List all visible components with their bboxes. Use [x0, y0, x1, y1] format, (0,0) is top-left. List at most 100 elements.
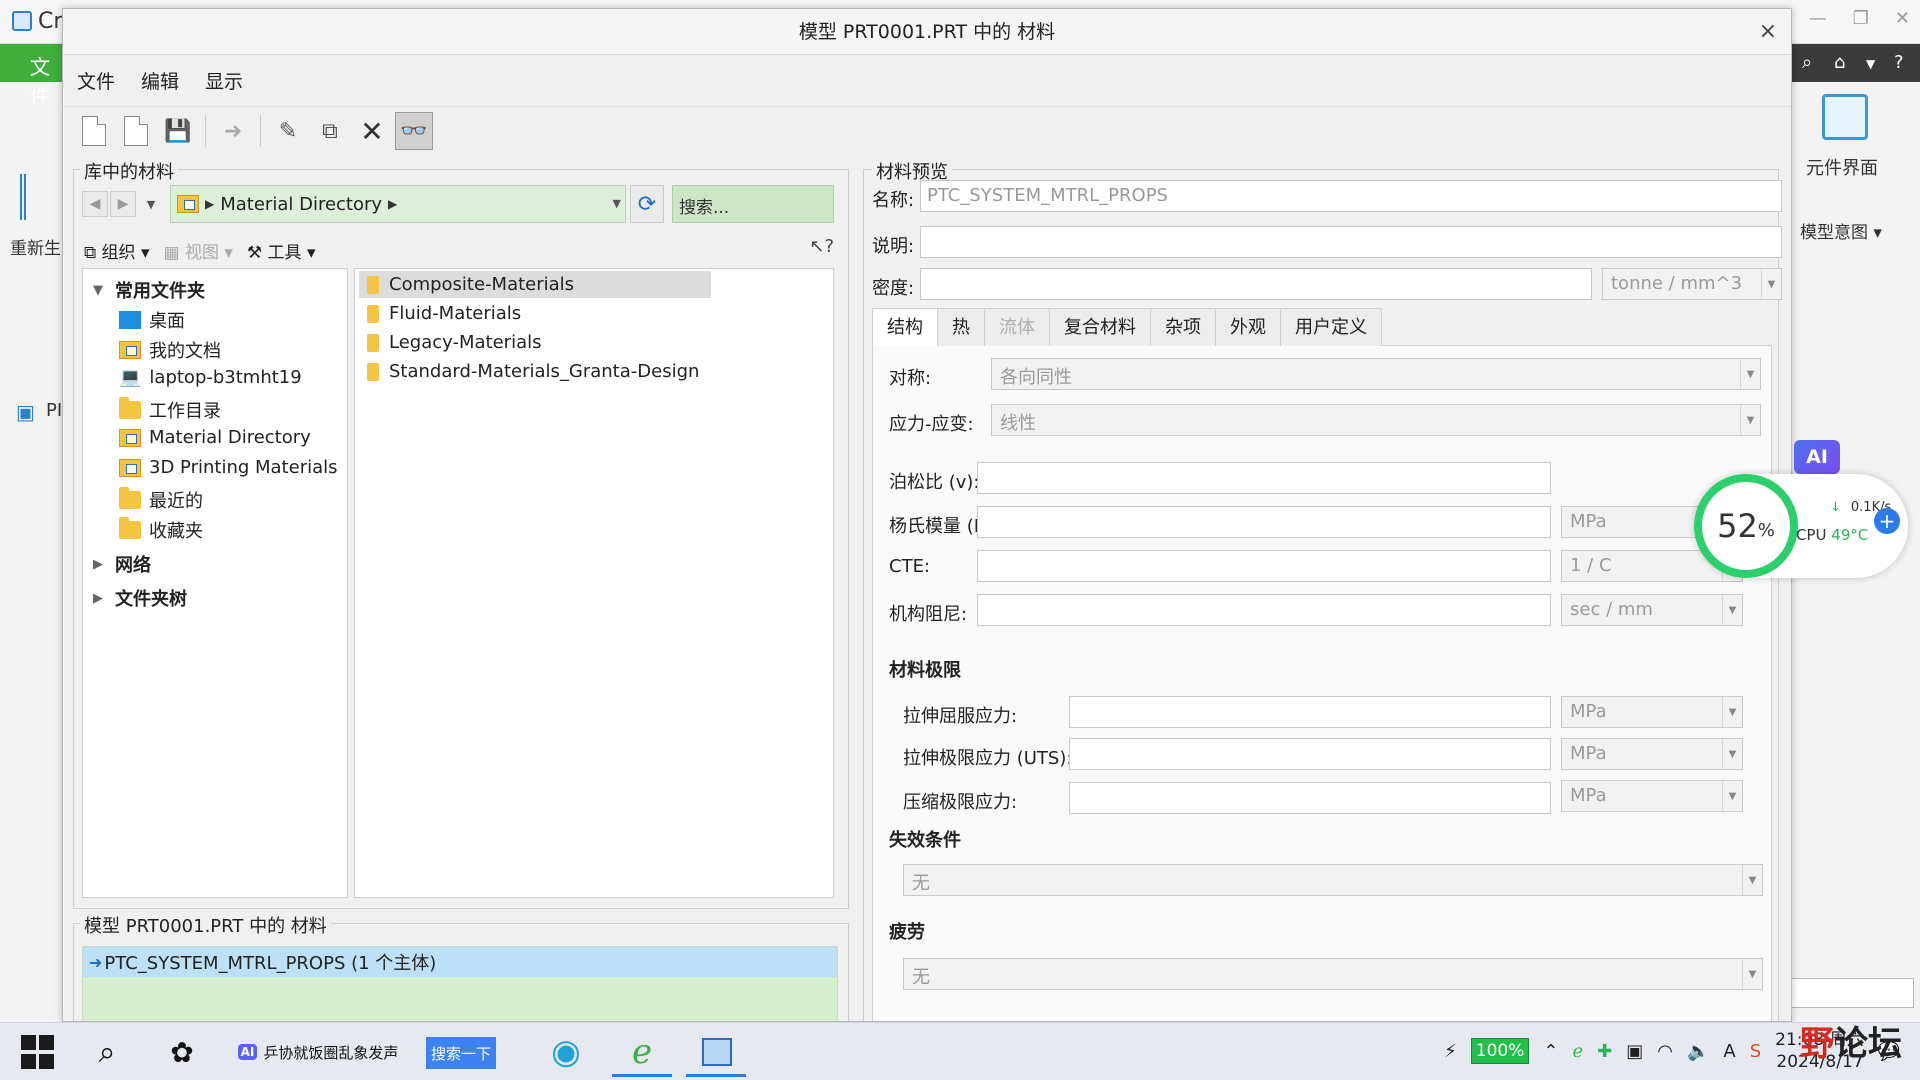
widget-plus-icon[interactable]: + — [1874, 508, 1900, 534]
tensile-yield-field[interactable] — [1069, 696, 1551, 728]
back-button[interactable]: ◀ — [82, 191, 108, 217]
young-modulus-field[interactable] — [977, 506, 1551, 538]
uts-field[interactable] — [1069, 738, 1551, 770]
ie-browser-icon[interactable]: ℯ — [624, 1032, 660, 1072]
new-material-button[interactable] — [75, 112, 113, 150]
tree-item-recent[interactable]: 最近的 — [119, 487, 203, 513]
taskbar-app-icon[interactable]: ✿ — [164, 1035, 200, 1069]
edit-button[interactable]: ✎ — [269, 112, 307, 150]
search-input[interactable]: 搜索... — [672, 185, 834, 223]
ai-assistant-button[interactable]: AI — [1794, 440, 1840, 474]
tree-item-computer[interactable]: 💻 laptop-b3tmht19 — [119, 367, 302, 388]
chevron-down-icon[interactable]: ▼ — [613, 197, 621, 210]
tab-fluid[interactable]: 流体 — [984, 308, 1050, 346]
compressive-unit-select[interactable]: MPa ▼ — [1561, 780, 1743, 812]
tray-app-icon[interactable]: ✚ — [1597, 1041, 1612, 1062]
tree-common-folders[interactable]: ▼ 常用文件夹 — [93, 277, 205, 303]
tree-item-3d-printing[interactable]: 3D Printing Materials — [119, 457, 338, 478]
preview-toggle-button[interactable]: 👓 — [395, 112, 433, 150]
help-icon[interactable]: ? — [1894, 52, 1904, 73]
tree-item-my-documents[interactable]: 我的文档 — [119, 337, 221, 363]
regenerate-icon[interactable] — [20, 174, 60, 220]
uts-unit-select[interactable]: MPa ▼ — [1561, 738, 1743, 770]
poisson-field[interactable] — [977, 462, 1551, 494]
restore-icon[interactable]: ❐ — [1853, 8, 1869, 29]
context-help-icon[interactable]: ↖? — [809, 236, 834, 257]
creo-taskbar-icon[interactable] — [700, 1035, 734, 1069]
dialog-close-icon[interactable]: × — [1759, 19, 1777, 44]
news-widget[interactable]: AI 乒协就饭圈乱象发声 — [228, 1035, 408, 1069]
start-button[interactable] — [20, 1035, 54, 1069]
bg-ribbon-quick-tools[interactable]: ⌕ ⌂ ▼ ? — [1790, 44, 1920, 82]
compressive-field[interactable] — [1069, 782, 1551, 814]
menu-display[interactable]: 显示 — [205, 67, 243, 94]
stress-strain-select[interactable]: 线性 ▼ — [991, 404, 1761, 436]
name-field[interactable]: PTC_SYSTEM_MTRL_PROPS — [920, 180, 1782, 212]
close-icon[interactable]: ✕ — [1895, 8, 1910, 29]
history-dropdown[interactable]: ▼ — [138, 191, 164, 217]
refresh-button[interactable]: ⟳ — [630, 185, 664, 223]
assign-button[interactable]: ➜ — [214, 112, 252, 150]
view-menu[interactable]: ▦ 视图 ▾ — [163, 238, 232, 263]
bg-ribbon-file-tab[interactable]: 文件 — [0, 44, 66, 108]
input-method-icon[interactable]: A — [1723, 1041, 1735, 1062]
wifi-icon[interactable]: ◠ — [1657, 1041, 1673, 1062]
tab-user-defined[interactable]: 用户定义 — [1280, 308, 1382, 346]
edge-browser-icon[interactable]: ◉ — [548, 1032, 584, 1072]
tray-expand-icon[interactable]: ⌃ — [1543, 1041, 1558, 1062]
tree-network[interactable]: ▶ 网络 — [93, 551, 151, 577]
tree-item-favorites[interactable]: 收藏夹 — [119, 517, 203, 543]
tab-composite[interactable]: 复合材料 — [1049, 308, 1151, 346]
file-item-legacy[interactable]: Legacy-Materials — [359, 329, 555, 356]
tab-misc[interactable]: 杂项 — [1150, 308, 1216, 346]
minimize-icon[interactable]: — — [1809, 8, 1827, 29]
symmetry-select[interactable]: 各向同性 ▼ — [991, 358, 1761, 390]
forward-button[interactable]: ▶ — [110, 191, 136, 217]
save-material-button[interactable]: 💾 — [159, 112, 197, 150]
file-item-fluid[interactable]: Fluid-Materials — [359, 300, 535, 327]
tensile-yield-unit-select[interactable]: MPa ▼ — [1561, 696, 1743, 728]
tab-thermal[interactable]: 热 — [937, 308, 985, 346]
tools-menu[interactable]: ⚒ 工具 ▾ — [247, 238, 316, 263]
density-unit-select[interactable]: tonne / mm^3 ▼ — [1602, 268, 1782, 300]
tree-item-working-directory[interactable]: 工作目录 — [119, 397, 221, 423]
file-item-standard[interactable]: Standard-Materials_Granta-Design — [359, 358, 713, 385]
model-intent-dropdown[interactable]: 模型意图 ▾ — [1800, 218, 1882, 243]
hat-icon[interactable]: ⌂ — [1834, 52, 1845, 73]
regenerate-label[interactable]: 重新生 — [10, 234, 61, 259]
component-interface-icon[interactable] — [1822, 94, 1868, 140]
taskbar-search-icon[interactable]: ⌕ — [90, 1035, 124, 1070]
damping-field[interactable] — [977, 594, 1551, 626]
tree-folder-tree[interactable]: ▶ 文件夹树 — [93, 585, 187, 611]
search-once-button[interactable]: 搜索一下 — [426, 1037, 496, 1069]
tree-item-material-directory[interactable]: Material Directory — [119, 427, 311, 448]
open-material-button[interactable] — [117, 112, 155, 150]
tree-item-desktop[interactable]: 桌面 — [119, 307, 185, 333]
search-icon[interactable]: ⌕ — [1802, 52, 1812, 73]
organize-menu[interactable]: ⧉ 组织 ▾ — [84, 238, 149, 263]
charging-icon[interactable]: ⚡ — [1444, 1041, 1457, 1062]
menu-file[interactable]: 文件 — [77, 67, 115, 94]
file-item-composite[interactable]: Composite-Materials — [359, 271, 711, 298]
delete-button[interactable]: ✕ — [353, 112, 391, 150]
cte-field[interactable] — [977, 550, 1551, 582]
description-field[interactable] — [920, 226, 1782, 258]
sogou-icon[interactable]: S — [1750, 1041, 1761, 1062]
chevron-down-icon[interactable]: ▼ — [1866, 57, 1875, 71]
tab-appearance[interactable]: 外观 — [1215, 308, 1281, 346]
bg-window-controls[interactable]: — ❐ ✕ — [1809, 8, 1910, 29]
ie-tray-icon[interactable]: ℯ — [1573, 1041, 1584, 1062]
copy-button[interactable]: ⧉ — [311, 112, 349, 150]
fatigue-select[interactable]: 无 ▼ — [903, 958, 1763, 990]
tray-display-icon[interactable]: ▣ — [1626, 1041, 1643, 1062]
density-field[interactable] — [920, 268, 1592, 300]
menu-edit[interactable]: 编辑 — [141, 67, 179, 94]
component-interface-label[interactable]: 元件界面 — [1806, 154, 1878, 180]
bg-filter-select[interactable] — [1790, 978, 1914, 1008]
battery-badge[interactable]: 100% — [1470, 1038, 1530, 1064]
list-item[interactable]: ➜ PTC_SYSTEM_MTRL_PROPS (1 个主体) — [83, 947, 837, 977]
address-bar[interactable]: ▶ Material Directory ▶ ▼ — [170, 185, 626, 223]
volume-icon[interactable]: 🔈 — [1687, 1041, 1709, 1062]
tab-structural[interactable]: 结构 — [872, 308, 938, 346]
cpu-monitor-widget[interactable]: 52% ↓ 0.1K/s CPU 49°C + — [1694, 474, 1908, 578]
